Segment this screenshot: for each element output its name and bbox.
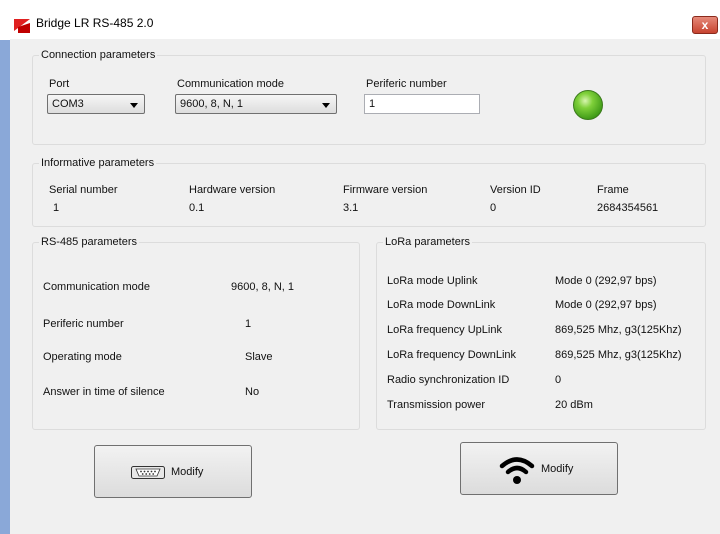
modify-lora-label: Modify (541, 463, 574, 475)
port-select-value: COM3 (52, 98, 84, 110)
frame-label: Frame (597, 184, 629, 196)
close-button[interactable]: x (692, 16, 718, 34)
version-id-label: Version ID (490, 184, 541, 196)
title-bar: Bridge LR RS-485 2.0 x (10, 9, 720, 39)
periferic-number-input[interactable]: 1 (364, 94, 480, 114)
transmission-power-value: 20 dBm (555, 399, 593, 411)
connection-status-led-icon (573, 90, 603, 120)
firmware-version-value: 3.1 (343, 202, 359, 214)
serial-port-icon (131, 466, 165, 479)
lora-mode-uplink-value: Mode 0 (292,97 bps) (555, 275, 657, 287)
lora-frequency-downlink-label: LoRa frequency DownLink (387, 349, 517, 361)
firmware-version-label: Firmware version (343, 184, 428, 196)
communication-mode-select-value: 9600, 8, N, 1 (180, 98, 243, 110)
port-label: Port (49, 78, 70, 90)
lora-frequency-uplink-value: 869,525 Mhz, g3(125Khz) (555, 324, 682, 336)
modify-rs485-label: Modify (171, 466, 204, 478)
communication-mode-select[interactable]: 9600, 8, N, 1 (175, 94, 337, 114)
communication-mode-label: Communication mode (177, 78, 284, 90)
periferic-number-label: Periferic number (366, 78, 447, 90)
rs485-parameters-legend: RS-485 parameters (39, 236, 139, 248)
version-id-value: 0 (490, 202, 497, 214)
wifi-icon (499, 457, 535, 484)
lora-frequency-downlink-value: 869,525 Mhz, g3(125Khz) (555, 349, 682, 361)
informative-parameters-group: Informative parameters Serial number 1 H… (32, 157, 706, 227)
chevron-down-icon (130, 103, 138, 108)
radio-sync-id-value: 0 (555, 374, 562, 386)
radio-sync-id-label: Radio synchronization ID (387, 374, 510, 386)
rs485-communication-mode-label: Communication mode (43, 281, 150, 293)
lora-mode-uplink-label: LoRa mode Uplink (387, 275, 478, 287)
informative-parameters-legend: Informative parameters (39, 157, 157, 169)
background-window-edge (0, 40, 10, 534)
frame-value: 2684354561 (597, 202, 659, 214)
hardware-version-value: 0.1 (189, 202, 205, 214)
lora-parameters-legend: LoRa parameters (383, 236, 472, 248)
modify-rs485-button[interactable]: Modify (94, 445, 252, 498)
lora-parameters-group: LoRa parameters LoRa mode Uplink Mode 0 … (376, 236, 706, 430)
periferic-number-value: 1 (369, 98, 376, 110)
hardware-version-label: Hardware version (189, 184, 276, 196)
rs485-answer-silence-value: No (245, 386, 260, 398)
transmission-power-label: Transmission power (387, 399, 486, 411)
rs485-operating-mode-label: Operating mode (43, 351, 122, 363)
chevron-down-icon (322, 103, 330, 108)
rs485-answer-silence-label: Answer in time of silence (43, 386, 165, 398)
rs485-periferic-number-value: 1 (245, 318, 252, 330)
rs485-parameters-group: RS-485 parameters Communication mode 960… (32, 236, 360, 430)
connection-parameters-group: Connection parameters Port COM3 Communic… (32, 49, 706, 145)
lora-frequency-uplink-label: LoRa frequency UpLink (387, 324, 502, 336)
app-icon (14, 17, 30, 33)
app-window: Bridge LR RS-485 2.0 x Connection parame… (10, 9, 720, 534)
lora-mode-downlink-label: LoRa mode DownLink (387, 299, 496, 311)
port-select[interactable]: COM3 (47, 94, 145, 114)
rs485-periferic-number-label: Periferic number (43, 318, 124, 330)
rs485-communication-mode-value: 9600, 8, N, 1 (231, 281, 294, 293)
serial-number-label: Serial number (49, 184, 118, 196)
window-title: Bridge LR RS-485 2.0 (36, 16, 154, 30)
connection-parameters-legend: Connection parameters (39, 49, 158, 61)
modify-lora-button[interactable]: Modify (460, 442, 618, 495)
close-icon: x (701, 18, 709, 32)
lora-mode-downlink-value: Mode 0 (292,97 bps) (555, 299, 657, 311)
rs485-operating-mode-value: Slave (245, 351, 273, 363)
serial-number-value: 1 (53, 202, 60, 214)
